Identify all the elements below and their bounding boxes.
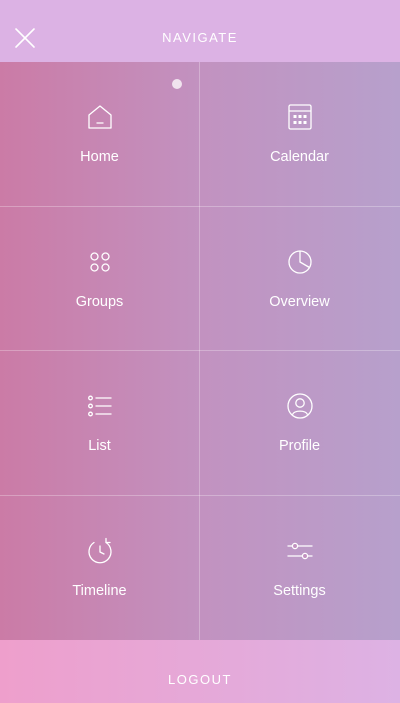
menu-item-label: List xyxy=(88,438,111,454)
menu-item-label: Timeline xyxy=(72,583,127,599)
menu-item-overview[interactable]: Overview xyxy=(200,207,399,351)
menu-item-home[interactable]: Home xyxy=(0,62,199,206)
logout-button[interactable]: LOGOUT xyxy=(0,640,400,703)
menu-item-timeline[interactable]: Timeline xyxy=(0,496,199,640)
menu-item-list[interactable]: List xyxy=(0,351,199,495)
menu-item-label: Profile xyxy=(278,438,321,454)
menu-item-label: Groups xyxy=(75,294,124,310)
list-icon xyxy=(85,391,115,421)
notification-dot xyxy=(172,79,182,89)
header-bar: NAVIGATE xyxy=(0,0,400,62)
menu-item-profile[interactable]: Profile xyxy=(200,351,399,495)
profile-icon xyxy=(285,391,315,421)
navigation-screen: NAVIGATE Home Calendar Groups Overview L… xyxy=(0,0,400,703)
menu-item-settings[interactable]: Settings xyxy=(200,496,399,640)
menu-item-calendar[interactable]: Calendar xyxy=(200,62,399,206)
sliders-icon xyxy=(285,536,315,566)
menu-item-label: Settings xyxy=(273,583,326,599)
menu-item-groups[interactable]: Groups xyxy=(0,207,199,351)
page-title: NAVIGATE xyxy=(162,30,238,45)
menu-grid: Home Calendar Groups Overview List Profi… xyxy=(0,62,400,640)
menu-item-label: Home xyxy=(80,149,119,165)
timeline-icon xyxy=(85,536,115,566)
menu-item-label: Overview xyxy=(269,294,330,310)
logout-label: LOGOUT xyxy=(168,672,232,687)
groups-icon xyxy=(85,247,115,277)
menu-item-label: Calendar xyxy=(270,149,329,165)
home-icon xyxy=(85,102,115,132)
calendar-icon xyxy=(285,102,315,132)
pie-chart-icon xyxy=(285,247,315,277)
